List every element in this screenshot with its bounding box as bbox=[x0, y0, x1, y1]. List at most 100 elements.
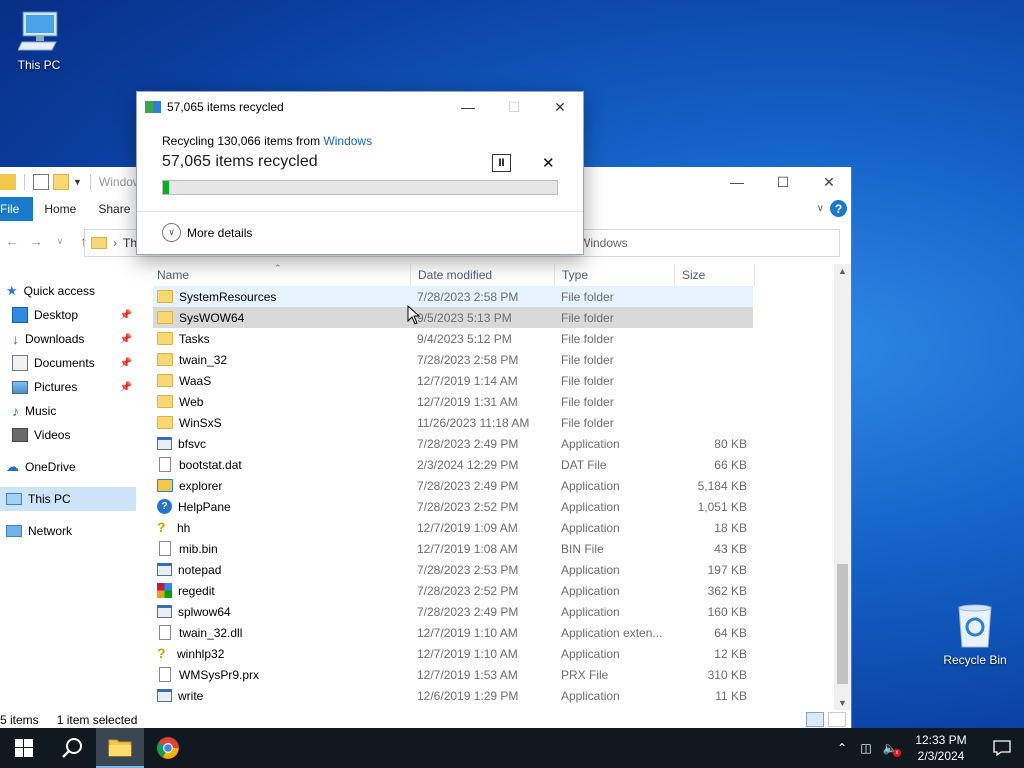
nav-item-desktop[interactable]: Desktop 📌 bbox=[0, 303, 136, 327]
tab-share[interactable]: Share bbox=[87, 197, 141, 221]
desktop-icon-recycle-bin[interactable]: Recycle Bin bbox=[937, 603, 1013, 667]
start-icon bbox=[15, 739, 33, 757]
column-header-date[interactable]: Date modified bbox=[411, 264, 555, 286]
folder-icon bbox=[157, 311, 173, 324]
table-row[interactable]: twain_32 7/28/2023 2:58 PM File folder bbox=[153, 349, 753, 370]
nav-item-onedrive[interactable]: ☁ OneDrive bbox=[0, 455, 136, 479]
pin-icon: 📌 bbox=[119, 357, 132, 369]
vertical-scrollbar[interactable]: ▲ ▼ bbox=[834, 264, 851, 710]
dialog-minimize-button[interactable]: — bbox=[445, 92, 491, 122]
table-row[interactable]: explorer 7/28/2023 2:49 PM Application 5,18… bbox=[153, 475, 753, 496]
dialog-close-button[interactable]: ✕ bbox=[537, 92, 583, 122]
expand-ribbon-icon[interactable]: ∨ bbox=[817, 203, 824, 214]
network-icon[interactable]: ◫ bbox=[854, 741, 878, 755]
table-row[interactable]: Web 12/7/2019 1:31 AM File folder bbox=[153, 391, 753, 412]
pin-icon: 📌 bbox=[119, 333, 132, 345]
nav-item-this-pc[interactable]: This PC bbox=[0, 487, 136, 511]
selection-count: 1 item selected bbox=[56, 713, 138, 727]
table-row[interactable]: Tasks 9/4/2023 5:12 PM File folder bbox=[153, 328, 753, 349]
cancel-operation-button[interactable]: ✕ bbox=[542, 154, 555, 172]
file-type: File folder bbox=[561, 310, 614, 325]
file-name-cell: explorer bbox=[153, 479, 411, 493]
table-row[interactable]: mib.bin 12/7/2019 1:08 AM BIN File 43 KB bbox=[153, 538, 753, 559]
tab-home[interactable]: Home bbox=[33, 197, 87, 221]
table-row[interactable]: regedit 7/28/2023 2:52 PM Application 362 K… bbox=[153, 580, 753, 601]
nav-item-videos[interactable]: Videos bbox=[0, 423, 136, 447]
file-name-cell: twain_32.dll bbox=[153, 625, 411, 640]
source-folder-link[interactable]: Windows bbox=[323, 134, 372, 148]
file-icon bbox=[159, 457, 171, 472]
back-arrow-icon[interactable]: ← bbox=[0, 233, 24, 249]
nav-item-music[interactable]: ♪ Music bbox=[0, 399, 136, 423]
file-type: Application bbox=[561, 478, 620, 493]
table-row[interactable]: WMSysPr9.prx 12/7/2019 1:53 AM PRX File 310… bbox=[153, 664, 753, 685]
show-hidden-icons-icon[interactable]: ⌃ bbox=[830, 741, 854, 755]
start-button[interactable] bbox=[0, 728, 48, 768]
details-view-button[interactable] bbox=[806, 712, 824, 727]
pin-icon: 📌 bbox=[119, 381, 132, 393]
documents-icon bbox=[12, 355, 28, 371]
close-button[interactable]: ✕ bbox=[806, 167, 852, 197]
table-row[interactable]: bfsvc 7/28/2023 2:49 PM Application 80 KB bbox=[153, 433, 753, 454]
new-folder-icon[interactable] bbox=[53, 174, 69, 190]
chevron-down-icon[interactable]: ▼ bbox=[73, 177, 82, 187]
table-row[interactable]: write 12/6/2019 1:29 PM Application 11 KB bbox=[153, 685, 753, 706]
nav-item-downloads[interactable]: ↓ Downloads 📌 bbox=[0, 327, 136, 351]
desktop-icon-this-pc[interactable]: This PC bbox=[1, 10, 77, 72]
recycle-bin-icon bbox=[958, 604, 992, 648]
minimize-button[interactable]: — bbox=[714, 167, 760, 197]
file-date: 12/7/2019 1:09 AM bbox=[417, 520, 518, 535]
file-name-cell: SysWOW64 bbox=[153, 311, 411, 325]
search-button[interactable] bbox=[48, 728, 96, 768]
maximize-button[interactable]: ☐ bbox=[760, 167, 806, 197]
file-name: Tasks bbox=[179, 331, 210, 346]
pause-button[interactable]: II bbox=[492, 154, 511, 172]
file-name-cell: WinSxS bbox=[153, 416, 411, 430]
file-date: 12/7/2019 1:10 AM bbox=[417, 646, 518, 661]
tab-file[interactable]: File bbox=[0, 197, 34, 221]
table-row[interactable]: bootstat.dat 2/3/2024 12:29 PM DAT File 66 … bbox=[153, 454, 753, 475]
scrollbar-thumb[interactable] bbox=[837, 564, 848, 684]
volume-muted-icon[interactable]: 🔈 x bbox=[878, 741, 902, 757]
nav-item-network[interactable]: Network bbox=[0, 519, 136, 543]
clock[interactable]: 12:33 PM 2/3/2024 bbox=[902, 732, 980, 764]
nav-item-documents[interactable]: Documents 📌 bbox=[0, 351, 136, 375]
table-row[interactable]: WinSxS 11/26/2023 11:18 AM File folder bbox=[153, 412, 753, 433]
file-name-cell: mib.bin bbox=[153, 541, 411, 556]
action-center-button[interactable] bbox=[980, 740, 1024, 756]
file-date: 7/28/2023 2:52 PM bbox=[417, 499, 519, 514]
column-header-size[interactable]: Size bbox=[675, 264, 755, 286]
file-date: 9/5/2023 5:13 PM bbox=[417, 310, 512, 325]
scroll-down-icon[interactable]: ▼ bbox=[838, 698, 847, 708]
file-size: 12 KB bbox=[714, 646, 747, 661]
properties-icon[interactable] bbox=[33, 174, 49, 190]
folder-icon bbox=[0, 174, 16, 190]
column-header-name[interactable]: Name ⌃ bbox=[150, 263, 411, 286]
breadcrumb[interactable]: Th bbox=[123, 236, 137, 250]
help-icon[interactable]: ? bbox=[830, 200, 847, 217]
nav-item-pictures[interactable]: Pictures 📌 bbox=[0, 375, 136, 399]
recent-locations-icon[interactable]: ∨ bbox=[48, 236, 72, 247]
dialog-maximize-button: ☐ bbox=[507, 98, 521, 115]
table-row[interactable]: twain_32.dll 12/7/2019 1:10 AM Application… bbox=[153, 622, 753, 643]
taskbar-file-explorer[interactable] bbox=[96, 728, 144, 768]
table-row[interactable]: splwow64 7/28/2023 2:49 PM Application 160 … bbox=[153, 601, 753, 622]
table-row[interactable]: SysWOW64 9/5/2023 5:13 PM File folder bbox=[153, 307, 753, 328]
system-tray: ⌃ ◫ 🔈 x 12:33 PM 2/3/2024 bbox=[830, 728, 1024, 768]
large-icons-view-button[interactable] bbox=[828, 712, 846, 727]
file-date: 7/28/2023 2:53 PM bbox=[417, 562, 519, 577]
more-details-toggle[interactable]: ∨ More details bbox=[162, 223, 252, 242]
scroll-up-icon[interactable]: ▲ bbox=[838, 266, 847, 276]
file-explorer-icon bbox=[108, 739, 132, 757]
table-row[interactable]: ? winhlp32 12/7/2019 1:10 AM Application 12 … bbox=[153, 643, 753, 664]
table-row[interactable]: SystemResources 7/28/2023 2:58 PM File fol… bbox=[153, 286, 753, 307]
forward-arrow-icon[interactable]: → bbox=[24, 233, 48, 249]
table-row[interactable]: notepad 7/28/2023 2:53 PM Application 197 K… bbox=[153, 559, 753, 580]
taskbar-chrome[interactable] bbox=[144, 728, 192, 768]
table-row[interactable]: ? hh 12/7/2019 1:09 AM Application 18 KB bbox=[153, 517, 753, 538]
column-header-type[interactable]: Type bbox=[555, 264, 675, 286]
table-row[interactable]: WaaS 12/7/2019 1:14 AM File folder bbox=[153, 370, 753, 391]
table-row[interactable]: ? HelpPane 7/28/2023 2:52 PM Application 1,0… bbox=[153, 496, 753, 517]
column-headers: Name ⌃ Date modified Type Size bbox=[150, 263, 770, 286]
nav-item-quick-access[interactable]: ★ Quick access bbox=[0, 279, 136, 303]
